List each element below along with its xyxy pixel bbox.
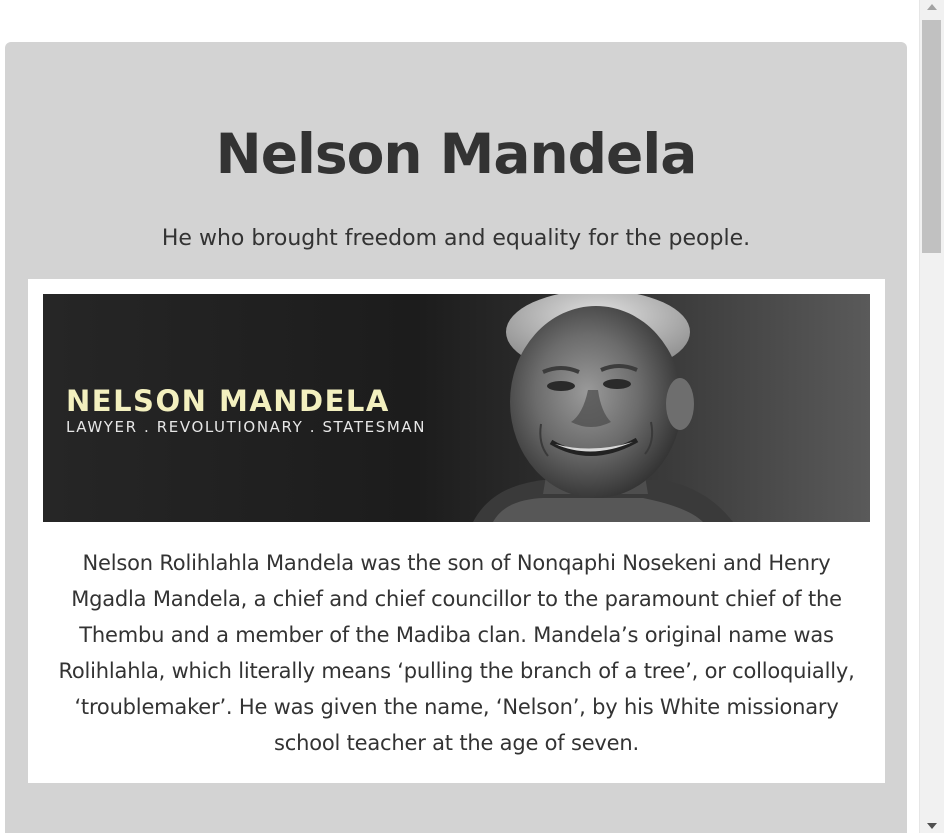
- mandela-banner-image: NELSON MANDELA LAWYER . REVOLUTIONARY . …: [43, 294, 870, 522]
- browser-viewport: Nelson Mandela He who brought freedom an…: [0, 0, 944, 833]
- biography-paragraph: Nelson Rolihlahla Mandela was the son of…: [58, 551, 855, 755]
- scrollbar-thumb[interactable]: [922, 20, 941, 253]
- page-subtitle: He who brought freedom and equality for …: [161, 226, 751, 251]
- scroll-up-arrow-icon[interactable]: [927, 4, 937, 10]
- banner-name-text: NELSON MANDELA: [66, 384, 390, 418]
- banner-tagline-text: LAWYER . REVOLUTIONARY . STATESMAN: [66, 418, 427, 436]
- vertical-scrollbar[interactable]: [919, 0, 944, 833]
- page-content: Nelson Mandela He who brought freedom an…: [0, 0, 927, 833]
- page-title: Nelson Mandela: [215, 122, 698, 186]
- scroll-down-arrow-icon[interactable]: [927, 823, 937, 829]
- content-card: NELSON MANDELA LAWYER . REVOLUTIONARY . …: [28, 279, 885, 783]
